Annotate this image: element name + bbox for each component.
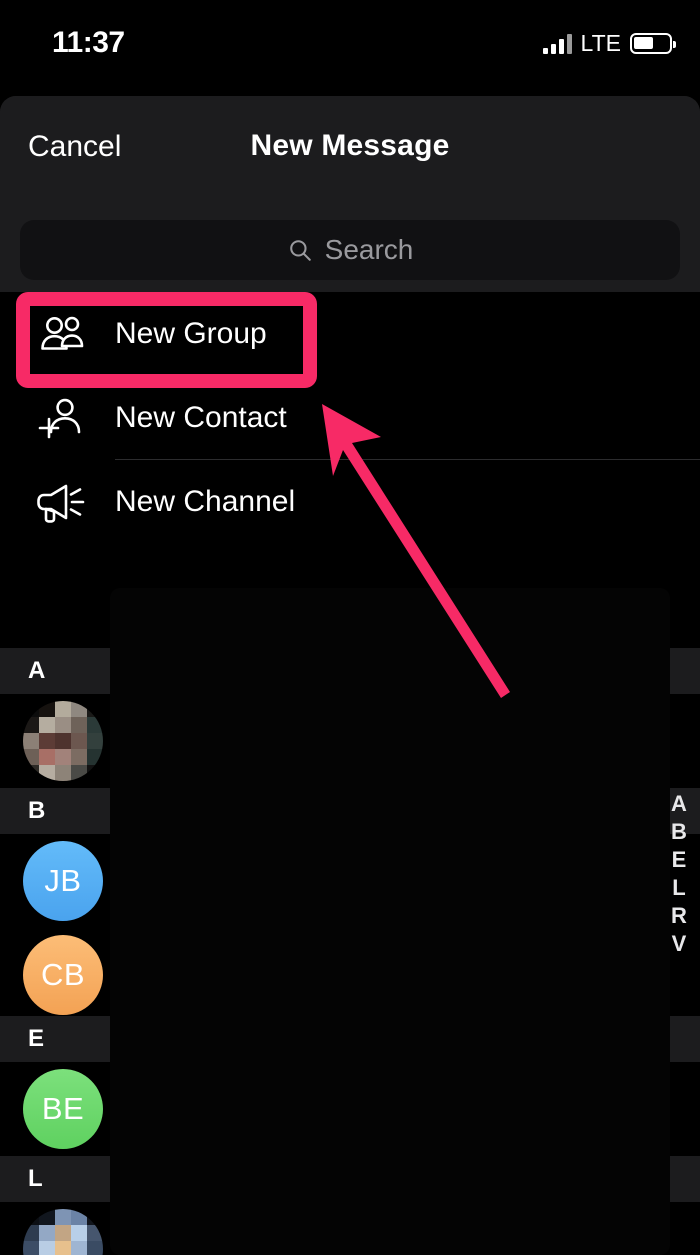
search-input[interactable]: Search: [20, 220, 680, 280]
page-title: New Message: [250, 129, 450, 162]
alphabet-index[interactable]: A B E L R V: [666, 790, 692, 958]
alpha-index-letter[interactable]: B: [671, 818, 687, 846]
menu-item-new-channel[interactable]: New Channel: [0, 460, 700, 544]
menu-item-label: New Contact: [115, 401, 287, 434]
search-icon: [289, 240, 311, 261]
megaphone-icon: [34, 477, 90, 527]
menu-item-label: New Channel: [115, 485, 296, 518]
signal-bars-icon: [542, 33, 572, 54]
navigation-bar: Cancel New Message: [0, 96, 700, 208]
alpha-index-letter[interactable]: L: [672, 874, 685, 902]
person-add-icon: [34, 393, 90, 443]
avatar: [23, 1209, 103, 1255]
alpha-index-letter[interactable]: V: [672, 930, 687, 958]
section-letter: A: [28, 657, 46, 684]
phone-screen: 11:37 LTE Cancel New Message Search New …: [0, 0, 700, 1255]
menu-item-new-contact[interactable]: New Contact: [0, 376, 700, 460]
battery-icon: [630, 33, 676, 54]
menu-item-new-group[interactable]: New Group: [0, 292, 700, 376]
avatar: CB: [23, 935, 103, 1015]
alpha-index-letter[interactable]: E: [672, 846, 687, 874]
menu-item-label: New Group: [115, 317, 267, 350]
search-placeholder: Search: [324, 234, 414, 265]
status-indicators: LTE: [542, 30, 676, 57]
status-bar: 11:37 LTE: [0, 0, 700, 96]
avatar: JB: [23, 841, 103, 921]
avatar: BE: [23, 1069, 103, 1149]
section-letter: E: [28, 1025, 45, 1052]
section-letter: B: [28, 797, 46, 824]
group-people-icon: [34, 309, 90, 359]
section-letter: L: [28, 1165, 43, 1192]
status-time: 11:37: [52, 26, 125, 59]
alpha-index-letter[interactable]: R: [671, 902, 687, 930]
redacted-names-overlay: [110, 588, 670, 1255]
search-inner: Search: [287, 234, 414, 266]
alpha-index-letter[interactable]: A: [671, 790, 687, 818]
avatar: [23, 701, 103, 781]
carrier-label: LTE: [580, 30, 621, 56]
